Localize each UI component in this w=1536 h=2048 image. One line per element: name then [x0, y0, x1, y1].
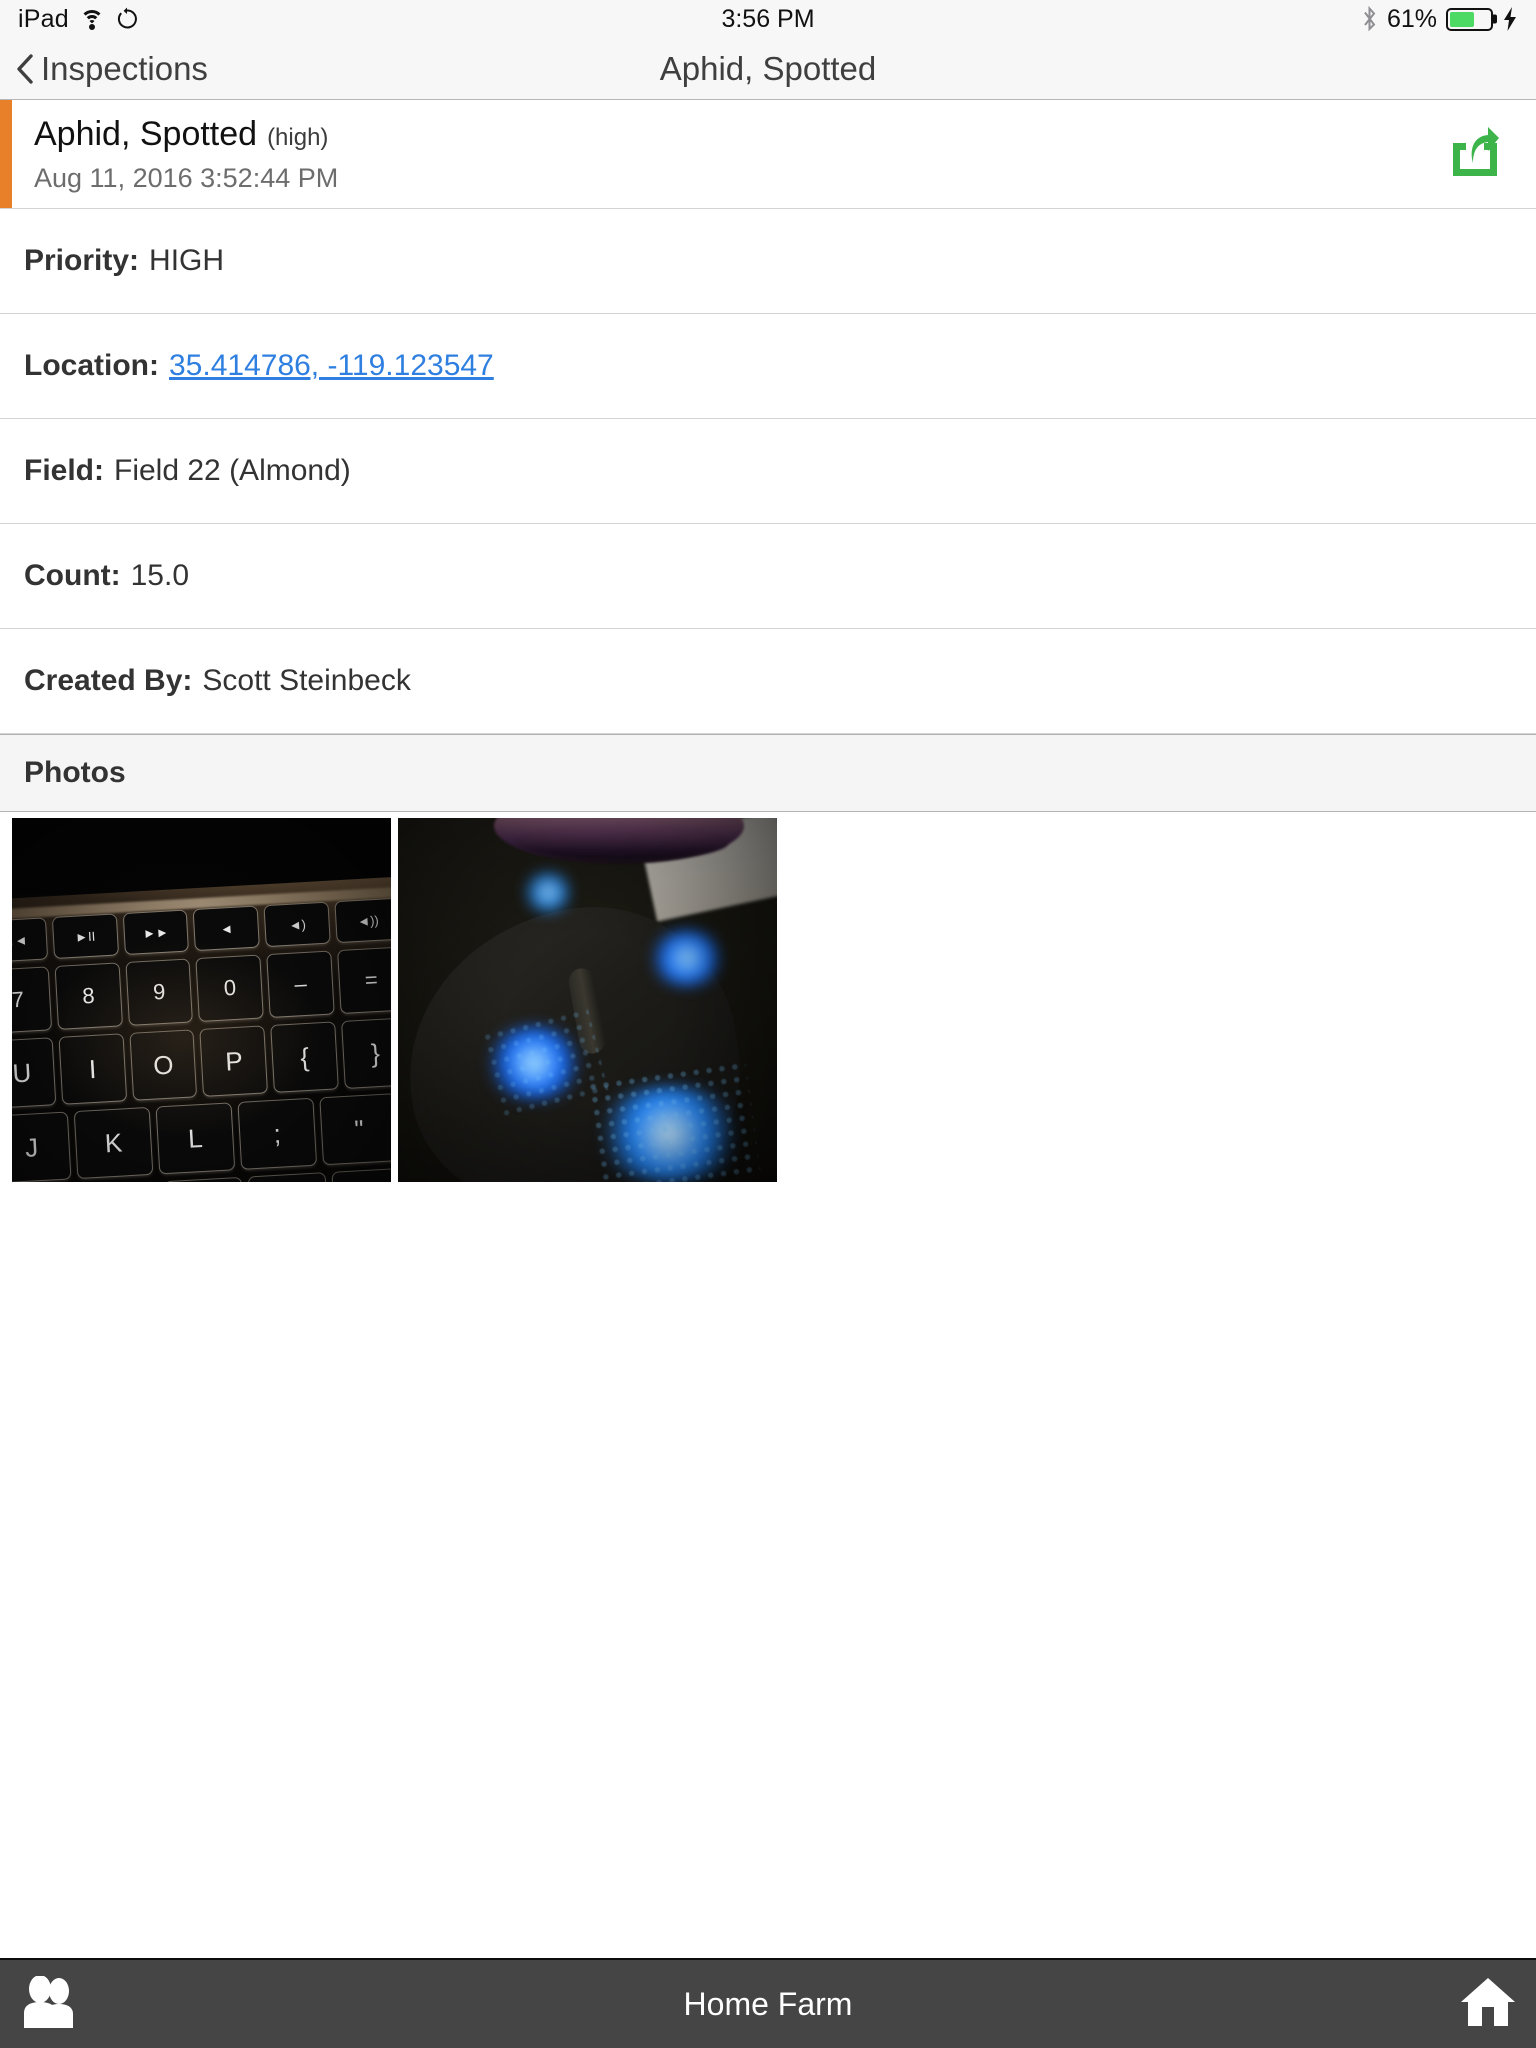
chevron-left-icon [16, 53, 34, 84]
users-button[interactable] [20, 1974, 78, 2033]
home-button[interactable] [1460, 1976, 1516, 2033]
users-icon [20, 1974, 78, 2033]
priority-accent-bar [0, 100, 12, 208]
detail-row-created-by: Created By: Scott Steinbeck [0, 629, 1536, 734]
detail-label: Created By: [24, 664, 193, 697]
battery-percent-label: 61% [1386, 4, 1437, 33]
farm-name-label: Home Farm [683, 1985, 853, 2022]
photos-section-header: Photos [0, 734, 1536, 812]
detail-row-location: Location: 35.414786, -119.123547 [0, 314, 1536, 419]
status-bar-left: iPad [18, 5, 139, 34]
detail-row-priority: Priority: HIGH [0, 209, 1536, 314]
detail-value: Scott Steinbeck [202, 664, 411, 697]
detail-row-field: Field: Field 22 (Almond) [0, 419, 1536, 524]
wifi-icon [79, 9, 105, 30]
bottom-toolbar: Home Farm [0, 1958, 1536, 2048]
back-button-label: Inspections [41, 49, 208, 87]
record-title: Aphid, Spotted [34, 114, 258, 153]
photo-thumbnail-mouse[interactable] [398, 818, 777, 1182]
ipad-app-screen: iPad 3:56 PM 61% Inspections Aphid, Spot… [0, 0, 1536, 2048]
location-coordinates-link[interactable]: 35.414786, -119.123547 [169, 349, 494, 383]
photos-section-label: Photos [24, 756, 126, 789]
detail-label: Location: [24, 349, 159, 382]
home-icon [1460, 1976, 1516, 2033]
record-header-row[interactable]: Aphid, Spotted (high) Aug 11, 2016 3:52:… [0, 100, 1536, 209]
status-bar-right: 61% [1361, 5, 1518, 34]
navigation-bar: Inspections Aphid, Spotted [0, 38, 1536, 100]
sync-rotate-icon [115, 7, 139, 31]
record-timestamp: Aug 11, 2016 3:52:44 PM [34, 162, 339, 193]
lightning-bolt-icon [1502, 6, 1518, 32]
ios-status-bar: iPad 3:56 PM 61% [0, 0, 1536, 38]
share-export-icon [1446, 126, 1500, 182]
detail-value: HIGH [149, 244, 225, 277]
detail-label: Field: [24, 454, 104, 487]
detail-scroll-area: Aphid, Spotted (high) Aug 11, 2016 3:52:… [0, 100, 1536, 1958]
photo-thumbnail-keyboard[interactable]: ◄◄►II►► ◄◄)◄)) 789 0–= UIO P{} JKL ;" [12, 818, 391, 1182]
back-button[interactable]: Inspections [16, 50, 208, 88]
detail-row-count: Count: 15.0 [0, 524, 1536, 629]
bluetooth-icon [1361, 5, 1378, 32]
page-title: Aphid, Spotted [659, 49, 877, 87]
photo-grid: ◄◄►II►► ◄◄)◄)) 789 0–= UIO P{} JKL ;" [0, 812, 1536, 1182]
status-bar-clock: 3:56 PM [721, 4, 815, 33]
detail-value: Field 22 (Almond) [114, 454, 351, 487]
record-header-text: Aphid, Spotted (high) Aug 11, 2016 3:52:… [0, 115, 338, 194]
detail-label: Count: [24, 559, 121, 592]
battery-icon [1446, 7, 1493, 31]
detail-value: 15.0 [130, 559, 190, 592]
device-name: iPad [18, 4, 69, 33]
detail-label: Priority: [24, 244, 140, 277]
share-export-button[interactable] [1445, 126, 1501, 182]
record-severity: (high) [267, 123, 329, 151]
